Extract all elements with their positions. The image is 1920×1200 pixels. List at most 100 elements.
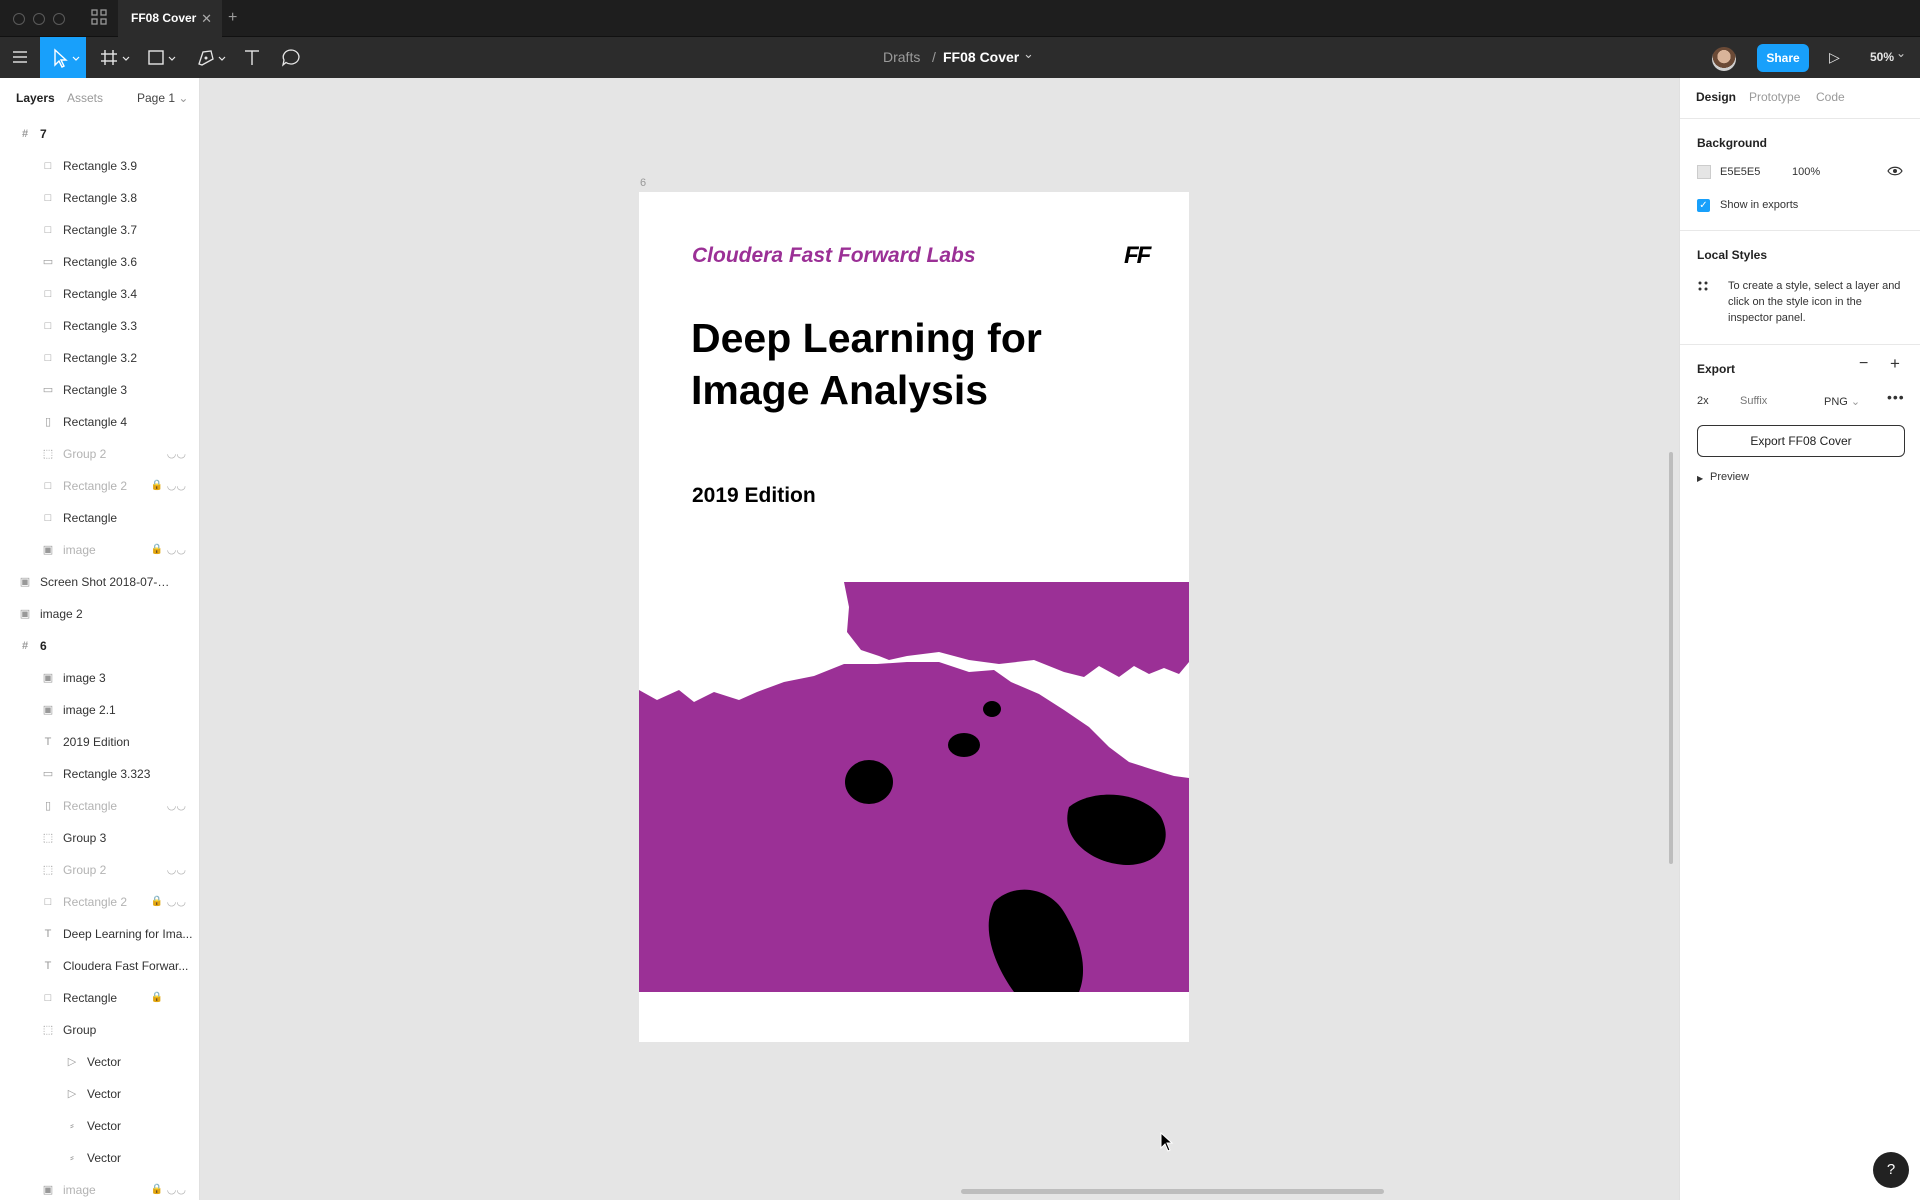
cover-title[interactable]: Deep Learning for Image Analysis — [691, 312, 1111, 416]
layer-row[interactable]: T Deep Learning for Ima... — [0, 918, 199, 950]
close-window-button[interactable] — [13, 13, 25, 25]
pen-tool-button[interactable] — [194, 37, 230, 78]
layer-row[interactable]: ▯ Rectangle ◡◡ — [0, 790, 199, 822]
layer-row[interactable]: ⸗ Vector — [0, 1142, 199, 1174]
export-suffix-input[interactable] — [1740, 389, 1804, 413]
minimize-window-button[interactable] — [33, 13, 45, 25]
layer-row[interactable]: ▣ image 2.1 — [0, 694, 199, 726]
layer-row[interactable]: ▯ Rectangle 4 — [0, 406, 199, 438]
shape-tool-button[interactable] — [144, 37, 180, 78]
lock-icon[interactable]: 🔒 — [151, 982, 163, 1014]
horizontal-scrollbar[interactable] — [961, 1189, 1384, 1194]
layer-row[interactable]: ▭ Rectangle 3.6 — [0, 246, 199, 278]
layer-row[interactable]: ▣ Screen Shot 2018-07-17 at... — [0, 566, 199, 598]
hidden-eye-icon[interactable]: ◡◡ — [167, 470, 186, 502]
share-button[interactable]: Share — [1757, 44, 1809, 72]
lock-icon[interactable]: 🔒 — [151, 470, 163, 502]
page-selector[interactable]: Page 1 ⌄ — [137, 91, 188, 105]
layer-row[interactable]: □ Rectangle 3.9 — [0, 150, 199, 182]
layer-row[interactable]: ▣ image 3 — [0, 662, 199, 694]
frame-label[interactable]: 6 — [640, 177, 646, 189]
layer-row[interactable]: ▷ Vector — [0, 1046, 199, 1078]
brand-text[interactable]: Cloudera Fast Forward Labs — [692, 244, 976, 268]
layer-row[interactable]: ⬚ Group 3 — [0, 822, 199, 854]
hidden-eye-icon[interactable]: ◡◡ — [167, 438, 186, 470]
layer-row[interactable]: ▣ image 2 — [0, 598, 199, 630]
lock-icon[interactable]: 🔒 — [151, 534, 163, 566]
artboard-frame-6[interactable]: Cloudera Fast Forward Labs FF Deep Learn… — [639, 192, 1189, 1042]
layer-row[interactable]: #6 — [0, 630, 199, 662]
hidden-eye-icon[interactable]: ◡◡ — [167, 854, 186, 886]
tab-layers[interactable]: Layers — [16, 91, 55, 105]
layer-row[interactable]: □ Rectangle 2 🔒 ◡◡ — [0, 886, 199, 918]
layer-row[interactable]: □ Rectangle 2 🔒 ◡◡ — [0, 470, 199, 502]
layer-name: Group — [63, 1023, 97, 1037]
visibility-eye-icon[interactable] — [1887, 163, 1903, 182]
background-hex-input[interactable]: E5E5E5 — [1720, 166, 1760, 178]
export-more-icon[interactable]: ••• — [1887, 389, 1905, 405]
layer-row[interactable]: □ Rectangle 3.8 — [0, 182, 199, 214]
main-menu-icon[interactable] — [8, 37, 32, 78]
cover-image[interactable] — [639, 582, 1189, 992]
layer-row[interactable]: T 2019 Edition — [0, 726, 199, 758]
tab-design[interactable]: Design — [1696, 90, 1736, 104]
layer-row[interactable]: ▭ Rectangle 3.323 — [0, 758, 199, 790]
layer-row[interactable]: □ Rectangle 3.7 — [0, 214, 199, 246]
background-color-swatch[interactable] — [1697, 165, 1711, 179]
comment-tool-button[interactable] — [278, 37, 304, 78]
new-tab-button[interactable]: + — [228, 9, 237, 27]
layer-row[interactable]: ▣ image 🔒 ◡◡ — [0, 534, 199, 566]
preview-caret-icon[interactable]: ▶ — [1697, 474, 1703, 483]
export-format-select[interactable]: PNG ⌄ — [1824, 395, 1860, 408]
show-in-exports-checkbox[interactable]: ✓ — [1697, 199, 1710, 212]
ff-logo[interactable]: FF — [1124, 242, 1151, 270]
move-tool-button[interactable] — [40, 37, 86, 78]
layer-row[interactable]: ▷ Vector — [0, 1078, 199, 1110]
zoom-chevron-icon[interactable]: ⌄ — [1896, 33, 1906, 74]
layer-row[interactable]: ⬚ Group — [0, 1014, 199, 1046]
tab-code[interactable]: Code — [1816, 90, 1845, 104]
hidden-eye-icon[interactable]: ◡◡ — [167, 886, 186, 918]
add-export-icon[interactable]: + — [1890, 354, 1900, 374]
tab-assets[interactable]: Assets — [67, 91, 103, 105]
layer-row[interactable]: ▣ image 🔒 ◡◡ — [0, 1174, 199, 1200]
layer-row[interactable]: ⸗ Vector — [0, 1110, 199, 1142]
layer-row[interactable]: ▭ Rectangle 3 — [0, 374, 199, 406]
file-name[interactable]: FF08 Cover — [943, 37, 1019, 78]
preview-toggle[interactable]: Preview — [1710, 471, 1749, 483]
layer-row[interactable]: ⬚ Group 2 ◡◡ — [0, 438, 199, 470]
layer-row[interactable]: #7 — [0, 118, 199, 150]
present-play-icon[interactable]: ▷ — [1829, 37, 1840, 78]
vertical-scrollbar[interactable] — [1669, 452, 1673, 864]
close-tab-icon[interactable]: ✕ — [201, 0, 212, 37]
zoom-window-button[interactable] — [53, 13, 65, 25]
lock-icon[interactable]: 🔒 — [151, 886, 163, 918]
text-tool-button[interactable] — [240, 37, 264, 78]
file-tab[interactable]: FF08 Cover ✕ — [118, 0, 222, 37]
background-opacity-input[interactable]: 100% — [1792, 166, 1820, 178]
tab-prototype[interactable]: Prototype — [1749, 90, 1800, 104]
zoom-level[interactable]: 50% — [1870, 37, 1894, 78]
remove-export-icon[interactable]: − — [1859, 355, 1868, 373]
breadcrumb-drafts[interactable]: Drafts — [883, 37, 920, 78]
lock-icon[interactable]: 🔒 — [151, 1174, 163, 1200]
left-panel-tabs: Layers Assets Page 1 ⌄ — [0, 78, 199, 118]
layer-row[interactable]: □ Rectangle 3.4 — [0, 278, 199, 310]
file-browser-grid-icon[interactable] — [91, 9, 107, 28]
layer-row[interactable]: □ Rectangle 3.2 — [0, 342, 199, 374]
file-menu-chevron-icon[interactable]: ⌄ — [1023, 33, 1034, 74]
layer-row[interactable]: □ Rectangle 3.3 — [0, 310, 199, 342]
hidden-eye-icon[interactable]: ◡◡ — [167, 790, 186, 822]
help-button[interactable]: ? — [1873, 1152, 1909, 1188]
layer-row[interactable]: □ Rectangle 🔒 — [0, 982, 199, 1014]
export-scale[interactable]: 2x — [1697, 395, 1709, 407]
edition-text[interactable]: 2019 Edition — [692, 484, 816, 508]
export-button[interactable]: Export FF08 Cover — [1697, 425, 1905, 457]
layer-row[interactable]: ⬚ Group 2 ◡◡ — [0, 854, 199, 886]
layer-row[interactable]: □ Rectangle — [0, 502, 199, 534]
hidden-eye-icon[interactable]: ◡◡ — [167, 534, 186, 566]
user-avatar[interactable] — [1712, 47, 1736, 71]
frame-tool-button[interactable] — [98, 37, 134, 78]
layer-row[interactable]: T Cloudera Fast Forwar... — [0, 950, 199, 982]
hidden-eye-icon[interactable]: ◡◡ — [167, 1174, 186, 1200]
